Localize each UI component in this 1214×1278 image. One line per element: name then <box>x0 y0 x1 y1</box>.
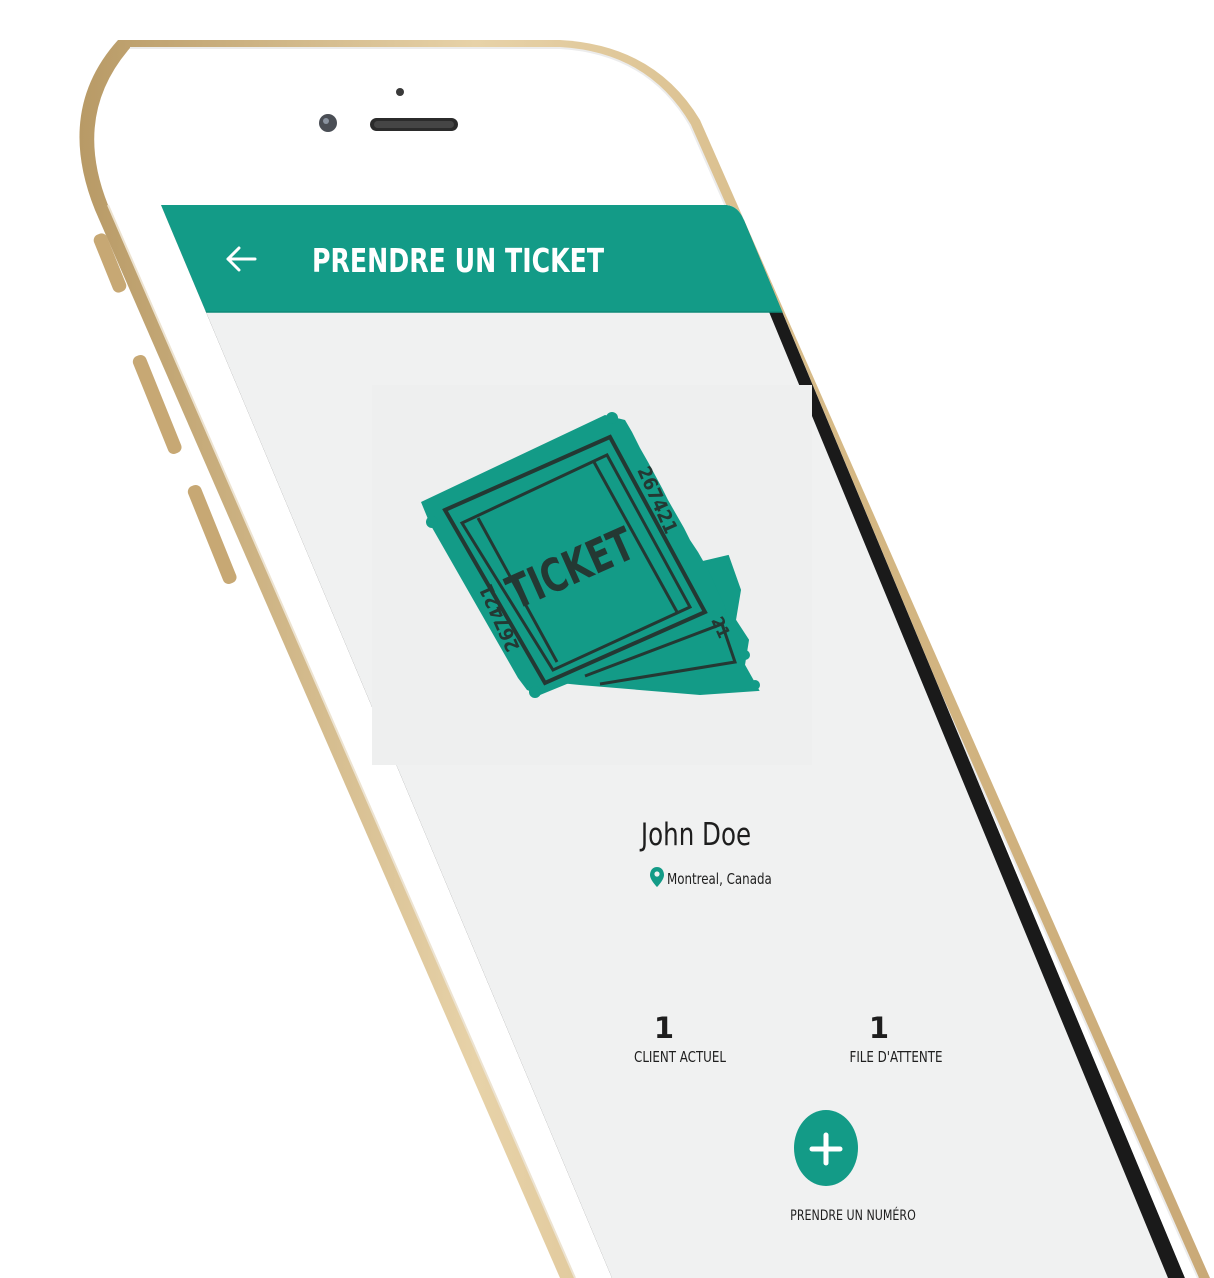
profile-name: John Doe <box>639 816 751 852</box>
take-number-label[interactable]: PRENDRE UN NUMÉRO <box>790 1205 916 1224</box>
stat-label: CLIENT ACTUEL <box>634 1049 726 1066</box>
phone-mockup: PRENDRE UN TICKET TICKET 267421 267421 2… <box>79 40 1210 1278</box>
stat-value: 1 <box>654 1011 674 1045</box>
take-number-button[interactable] <box>794 1110 858 1186</box>
page-title: PRENDRE UN TICKET <box>312 243 604 281</box>
proximity-sensor <box>396 88 404 96</box>
stat-value: 1 <box>869 1011 889 1045</box>
phone-mockup-stage: PRENDRE UN TICKET TICKET 267421 267421 2… <box>0 0 1214 1278</box>
profile-location: Montreal, Canada <box>667 871 772 888</box>
stat-label: FILE D'ATTENTE <box>849 1049 942 1066</box>
